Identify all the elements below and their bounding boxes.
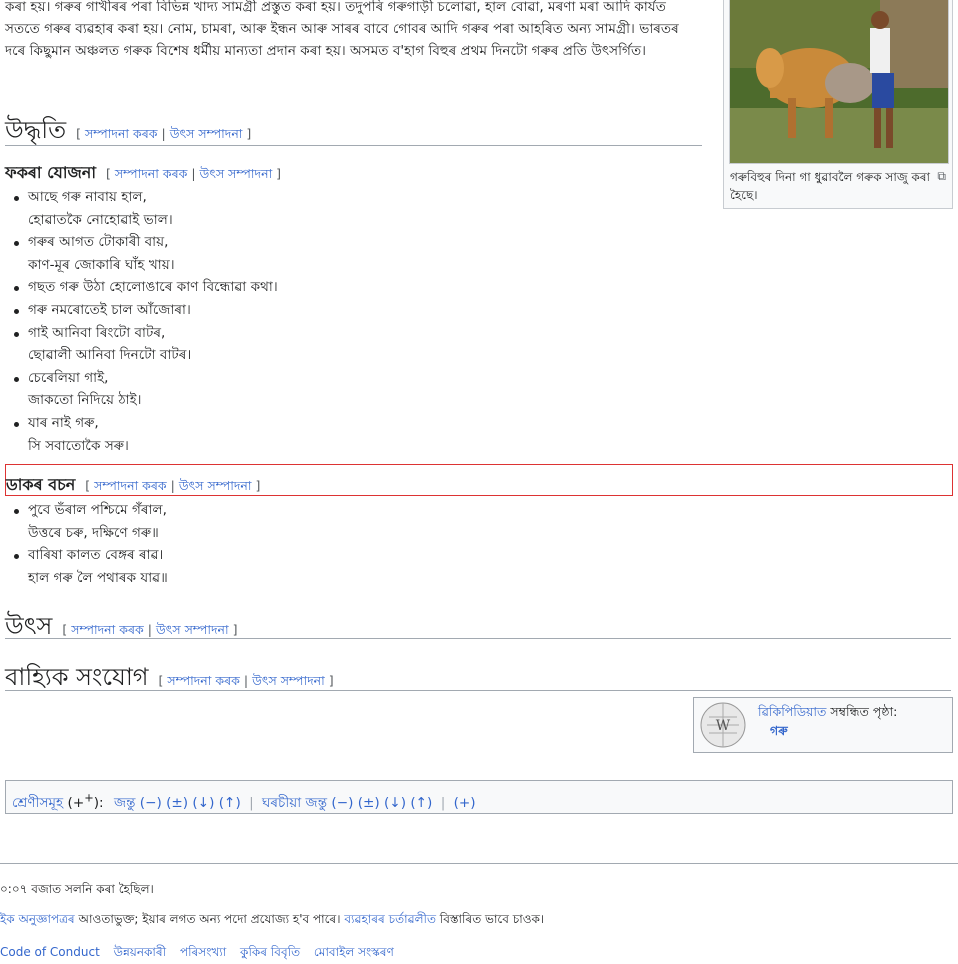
thumbnail-caption: গৰুবিহুৰ দিনা গা ধুৱাবলৈ গৰুক সাজু কৰা হ… xyxy=(730,170,931,202)
thumbnail-figure: গৰুবিহুৰ দিনা গা ধুৱাবলৈ গৰুক সাজু কৰা হ… xyxy=(723,0,953,209)
hotcat-ops[interactable]: (−) (±) (↓) (↑) xyxy=(140,795,241,811)
proverbs-list: আছে গৰু নাবায় হাল, হোৱাতকৈ নোহোৱাই ভাল। … xyxy=(6,186,278,457)
list-item: চেৰেলিয়া গাই, জাকতো নিদিয়ে ঠাই। xyxy=(14,367,278,412)
footer-divider xyxy=(0,863,958,864)
section-divider xyxy=(5,690,951,691)
list-item: বাৰিষা কালত বেঙ্গৰ ৰাৱ। হাল গৰু লৈ পথাৰক … xyxy=(14,544,168,589)
footer-link[interactable]: মোবাইল সংস্কৰণ xyxy=(314,945,394,959)
footer-link[interactable]: উন্নয়নকাৰী xyxy=(114,945,167,959)
list-item: যাৰ নাই গৰু, সি সবাতোকৈ সৰু। xyxy=(14,412,278,457)
edit-link[interactable]: সম্পাদনা কৰক xyxy=(85,126,158,141)
section-divider xyxy=(5,638,951,639)
hotcat-plus: (++): xyxy=(67,790,104,811)
list-item: পুবে ভঁৰাল পশ্চিমে গঁৰাল, উত্তৰে চৰু, দক্… xyxy=(14,499,168,544)
sister-page-link[interactable]: গৰু xyxy=(770,723,788,743)
edit-link[interactable]: সম্পাদনা কৰক xyxy=(115,166,188,181)
source-edit-link[interactable]: উৎস সম্পাদনা xyxy=(200,166,273,181)
section-heading-sources: উৎস[ সম্পাদনা কৰক | উৎস সম্পাদনা ] xyxy=(5,612,238,640)
subsection-heading-dak: ডাকৰ বচন[ সম্পাদনা কৰক | উৎস সম্পাদনা ] xyxy=(6,475,261,494)
section-edit-links: [ সম্পাদনা কৰক | উৎস সম্পাদনা ] xyxy=(85,478,261,493)
section-edit-links: [ সম্পাদনা কৰক | উৎস সম্পাদনা ] xyxy=(158,673,334,688)
section-edit-links: [ সম্পাদনা কৰক | উৎস সম্পাদনা ] xyxy=(62,622,238,637)
category-link[interactable]: জন্তু xyxy=(114,795,136,811)
section-heading-external: বাহ্যিক সংযোগ[ সম্পাদনা কৰক | উৎস সম্পাদ… xyxy=(5,663,334,691)
wikipedia-link[interactable]: ৱিকিপিডিয়াত xyxy=(758,704,826,719)
list-item: গৰুৰ আগত টোকাৰী বায়, কাণ-মূৰ জোকাৰি ঘাঁহ… xyxy=(14,231,278,276)
subsection-heading-proverbs: ফকৰা যোজনা[ সম্পাদনা কৰক | উৎস সম্পাদনা … xyxy=(5,163,282,182)
source-edit-link[interactable]: উৎস সম্পাদনা xyxy=(156,622,229,637)
sister-project-box: W ৱিকিপিডিয়াত সম্বন্ধিত পৃষ্ঠা: গৰু xyxy=(693,697,953,753)
cow-photo[interactable] xyxy=(729,0,949,164)
section-edit-links: [ সম্পাদনা কৰক | উৎস সম্পাদনা ] xyxy=(76,126,252,141)
footer-link[interactable]: কুকিৰ বিবৃতি xyxy=(240,945,300,959)
svg-text:W: W xyxy=(716,718,731,734)
hotcat-add-button[interactable]: (+) xyxy=(454,795,476,811)
edit-link[interactable]: সম্পাদনা কৰক xyxy=(94,478,167,493)
wikipedia-logo-icon: W xyxy=(699,701,747,752)
source-edit-link[interactable]: উৎস সম্পাদনা xyxy=(179,478,252,493)
license-link[interactable]: ইক অনুজ্ঞাপত্ৰৰ xyxy=(0,912,75,926)
footer-link[interactable]: Code of Conduct xyxy=(0,945,100,959)
list-item: গৰু নমৰোতেই চাল আঁজোৰা। xyxy=(14,299,278,322)
section-heading-quotes: উদ্ধৃতি[ সম্পাদনা কৰক | উৎস সম্পাদনা ] xyxy=(5,116,252,144)
hotcat-ops[interactable]: (−) (±) (↓) (↑) xyxy=(331,795,432,811)
source-edit-link[interactable]: উৎস সম্পাদনা xyxy=(170,126,243,141)
list-item: আছে গৰু নাবায় হাল, হোৱাতকৈ নোহোৱাই ভাল। xyxy=(14,186,278,231)
footer-links: Code of Conduct উন্নয়নকাৰী পৰিসংখ্যা কু… xyxy=(0,944,394,964)
footer-link[interactable]: পৰিসংখ্যা xyxy=(180,945,226,959)
intro-paragraph: কৰা হয়। গৰুৰ গাখীৰৰ পৰা বিভিন্ন খাদ্য স… xyxy=(5,0,679,59)
list-item: গাই আনিবা ৰিংটো বাটৰ, ছোৱালী আনিবা দিনটো … xyxy=(14,322,278,367)
categories-label-link[interactable]: শ্ৰেণীসমূহ xyxy=(12,795,63,811)
magnify-icon[interactable]: ⧉ xyxy=(937,169,946,184)
license-text: ইক অনুজ্ঞাপত্ৰৰ আওতাভুক্ত; ইয়াৰ লগত অন্… xyxy=(0,912,545,926)
section-edit-links: [ সম্পাদনা কৰক | উৎস সম্পাদনা ] xyxy=(105,166,282,181)
source-edit-link[interactable]: উৎস সম্পাদনা xyxy=(252,673,325,688)
list-item: গছত গৰু উঠা হোলোঙাৰে কাণ বিন্ধোৱা কথা। xyxy=(14,276,278,299)
terms-link[interactable]: ব্যৱহাৰৰ চৰ্তাৱলীত xyxy=(344,912,436,926)
dak-list: পুবে ভঁৰাল পশ্চিমে গঁৰাল, উত্তৰে চৰু, দক্… xyxy=(6,499,168,589)
last-modified: ০:০৭ বজাত সলনি কৰা হৈছিল। xyxy=(0,882,154,896)
edit-link[interactable]: সম্পাদনা কৰক xyxy=(71,622,144,637)
section-divider xyxy=(5,145,702,146)
category-link[interactable]: ঘৰচীয়া জন্তু xyxy=(262,795,327,811)
category-links: শ্ৰেণীসমূহ (++): জন্তু (−) (±) (↓) (↑) |… xyxy=(5,780,953,814)
edit-link[interactable]: সম্পাদনা কৰক xyxy=(167,673,240,688)
